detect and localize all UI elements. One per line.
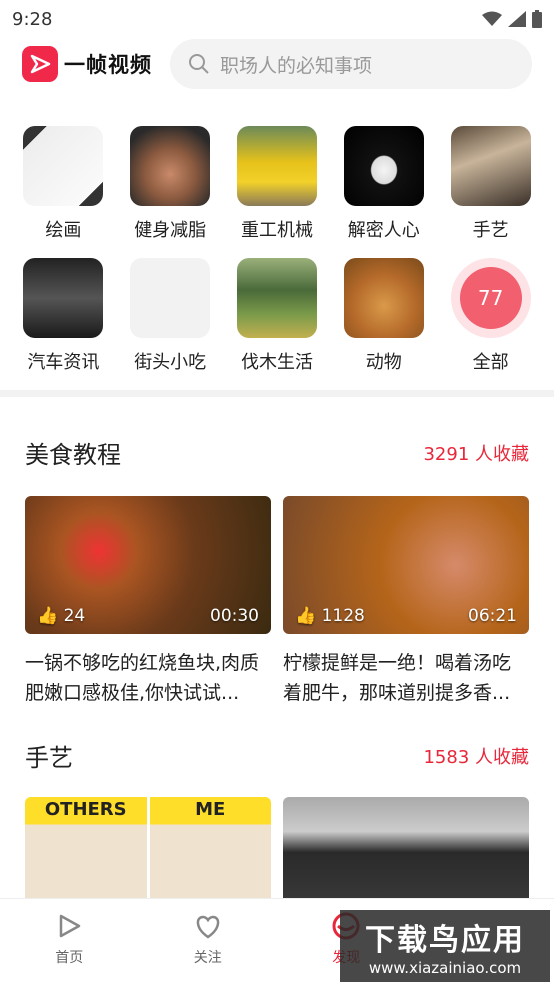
watermark-main: 下载鸟应用: [365, 923, 525, 958]
category-item[interactable]: 动物: [339, 258, 429, 374]
tab-label: 关注: [193, 950, 222, 966]
category-all[interactable]: 77 全部: [446, 258, 536, 374]
video-duration: 00:30: [210, 606, 259, 626]
blank-thumb: [130, 258, 211, 338]
status-time: 9:28: [12, 8, 53, 30]
category-item[interactable]: 绘画: [18, 126, 108, 242]
painting-thumb: [23, 126, 104, 206]
section-count[interactable]: 1583 人收藏: [423, 743, 529, 769]
tab-follow[interactable]: 关注: [168, 911, 248, 986]
category-item[interactable]: 健身减脂: [125, 126, 215, 242]
video-title: 柠檬提鲜是一绝！喝着汤吃着肥牛，那味道别提多香...: [283, 652, 512, 704]
heart-icon: [196, 915, 219, 939]
section-title: 手艺: [25, 744, 73, 772]
header: 一帧视频 职场人的必知事项: [0, 38, 554, 90]
section-count[interactable]: 3291 人收藏: [423, 440, 529, 466]
all-count: 77: [459, 267, 522, 329]
category-item[interactable]: 重工机械: [232, 126, 322, 242]
category-label: 绘画: [45, 220, 82, 241]
category-label: 伐木生活: [240, 352, 313, 373]
signal-icon: [508, 11, 526, 27]
section-title: 美食教程: [25, 441, 121, 469]
category-label: 汽车资讯: [27, 352, 100, 373]
category-grid: 绘画 健身减脂 重工机械 解密人心 手艺 汽车资讯 街头小吃 伐木生活 动物 7…: [0, 90, 554, 374]
video-thumbnail: 👍 1128 06:21: [283, 496, 529, 634]
category-item[interactable]: 解密人心: [339, 126, 429, 242]
category-item[interactable]: 手艺: [446, 126, 536, 242]
category-label: 健身减脂: [134, 220, 207, 241]
search-icon: [189, 54, 209, 74]
app-logo[interactable]: 一帧视频: [22, 46, 152, 82]
app-name: 一帧视频: [64, 53, 152, 77]
craft-thumb: [450, 126, 531, 206]
lion-thumb: [343, 258, 424, 338]
divider: [0, 390, 554, 397]
machinery-thumb: [236, 126, 317, 206]
video-card[interactable]: 👍 1128 06:21 柠檬提鲜是一绝！喝着汤吃着肥牛，那味道别提多香...: [283, 496, 529, 708]
status-icons: [482, 10, 542, 28]
category-label: 重工机械: [240, 220, 313, 241]
all-count-badge: 77: [450, 258, 531, 338]
category-label: 街头小吃: [134, 352, 207, 373]
fitness-thumb: [130, 126, 211, 206]
category-label: 解密人心: [347, 220, 420, 241]
wifi-icon: [482, 11, 502, 26]
home-play-icon: [60, 914, 81, 938]
logging-thumb: [236, 258, 317, 338]
category-item[interactable]: 汽车资讯: [18, 258, 108, 374]
video-title: 一锅不够吃的红烧鱼块,肉质肥嫩口感极佳,你快试试...: [25, 652, 260, 704]
car-thumb: [23, 258, 104, 338]
tab-home[interactable]: 首页: [29, 911, 109, 986]
category-item[interactable]: 伐木生活: [232, 258, 322, 374]
watermark-sub: www.xiazainiao.com: [368, 959, 522, 977]
video-thumbnail: 👍 24 00:30: [25, 496, 271, 634]
section-food: 美食教程 3291 人收藏 👍 24 00:30 一锅不够吃的红烧鱼块,肉质肥嫩…: [0, 435, 554, 708]
watermark: 下载鸟应用 www.xiazainiao.com: [340, 910, 550, 982]
logo-icon: [22, 46, 58, 82]
category-item[interactable]: 街头小吃: [125, 258, 215, 374]
video-card[interactable]: 👍 24 00:30 一锅不够吃的红烧鱼块,肉质肥嫩口感极佳,你快试试...: [25, 496, 271, 708]
like-count: 👍 1128: [295, 606, 365, 626]
status-bar: 9:28: [0, 0, 554, 38]
like-count: 👍 24: [37, 606, 86, 626]
category-label: 全部: [472, 352, 509, 373]
category-label: 动物: [365, 352, 402, 373]
video-duration: 06:21: [468, 606, 517, 626]
battery-icon: [532, 10, 542, 28]
search-input[interactable]: 职场人的必知事项: [170, 39, 532, 89]
search-placeholder: 职场人的必知事项: [220, 54, 373, 77]
tab-label: 首页: [55, 950, 84, 966]
category-label: 手艺: [472, 220, 509, 241]
mask-thumb: [343, 126, 424, 206]
